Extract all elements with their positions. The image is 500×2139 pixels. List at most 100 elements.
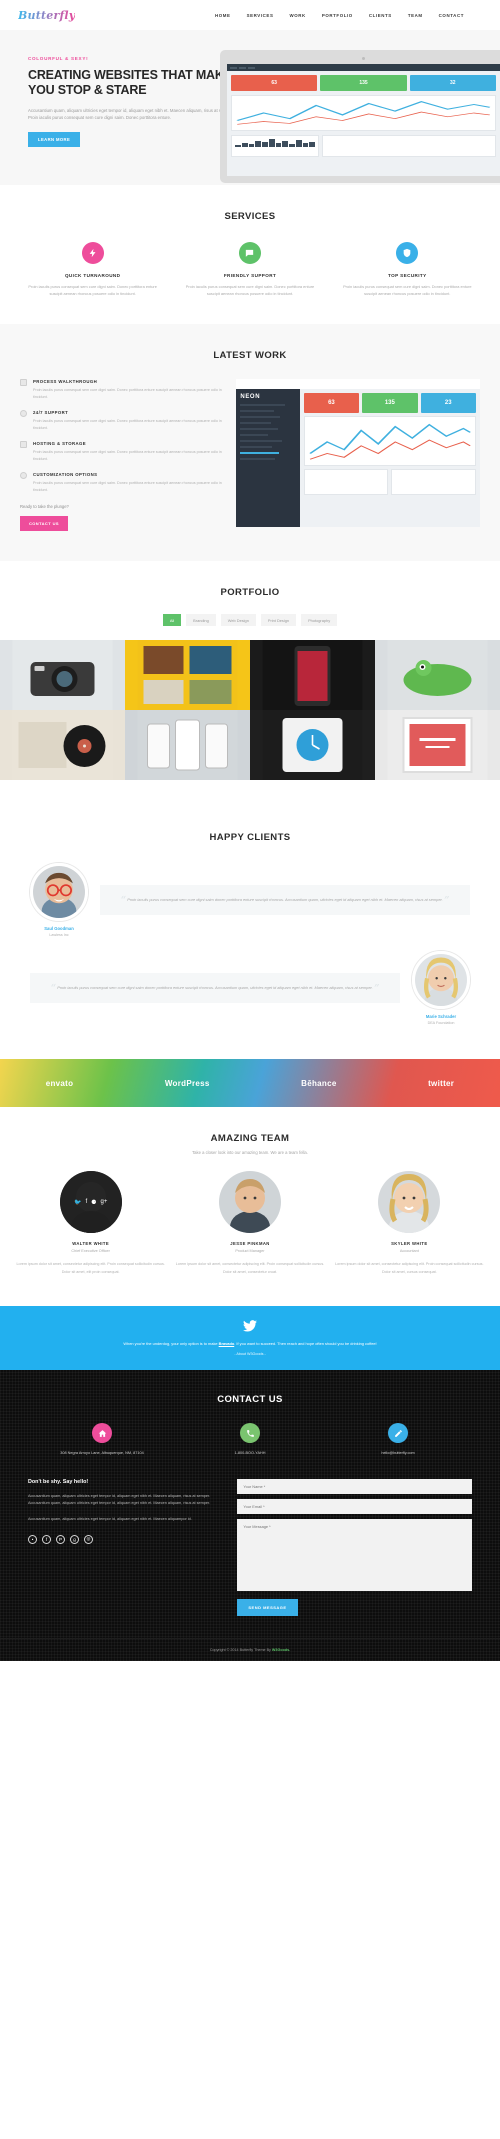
bolt-icon (81, 242, 104, 264)
pinterest-icon[interactable]: ⚈ (91, 1199, 96, 1206)
contact-phone[interactable]: 1-800-BOO-YAHH (176, 1450, 324, 1456)
google-plus-icon[interactable]: g+ (101, 1199, 108, 1205)
twitter-icon[interactable]: ​🐦 (74, 1199, 81, 1206)
feature-body: Proin iaculis purus consequat sem cure d… (33, 387, 222, 399)
client-role: DEA Foundation (427, 1021, 455, 1026)
quote-close-icon: ” (373, 982, 380, 996)
avatar (412, 951, 470, 1010)
learn-more-button[interactable]: LEARN MORE (28, 132, 81, 148)
quote-text: Proin iaculis purus consequat sem cure d… (127, 897, 443, 903)
twitter-icon[interactable]: • (28, 1534, 37, 1544)
team-member-name: JESSE PINKMAN (230, 1241, 270, 1247)
service-body: Proin iaculis purus consequat sem cure d… (343, 284, 472, 297)
feature-body: Proin iaculis purus consequat sem cure d… (33, 449, 222, 461)
portfolio-item-vinyl[interactable] (0, 710, 125, 781)
name-field[interactable] (237, 1478, 472, 1494)
neon-stat-visitors: 63 (303, 392, 360, 413)
team-member-walter-white: ​🐦 f ⚈ g+ WALTER WHITE Chief Executive O… (16, 1171, 165, 1276)
twitter-feed-section: When you're the underdog, your only opti… (0, 1305, 500, 1371)
nav-item-contact[interactable]: CONTACT (439, 13, 464, 18)
shield-icon (396, 242, 419, 264)
filter-photography[interactable]: Photography (301, 614, 338, 627)
timeline-table-widget (322, 135, 496, 157)
contact-us-button[interactable]: CONTACT US (20, 516, 68, 532)
team-member-bio: Lorem ipsum dolor sit amet, consectetur … (335, 1262, 484, 1274)
team-member-role: Accountant (399, 1249, 419, 1254)
feature-body: Proin iaculis purus consequat sem cure d… (33, 418, 222, 430)
nav-item-clients[interactable]: CLIENTS (369, 13, 392, 18)
filter-branding[interactable]: Branding (186, 614, 216, 627)
dribbble-icon[interactable]: ◎ (84, 1534, 93, 1544)
page-root: Butterfly HOME SERVICES WORK PORTFOLIO C… (0, 0, 500, 1661)
contact-phone-block: 1-800-BOO-YAHH (176, 1423, 324, 1456)
contact-paragraph-1: Accusantium quam, aliquam ultricies eget… (28, 1493, 211, 1506)
home-icon (92, 1423, 112, 1444)
feature-title: 24/7 SUPPORT (33, 409, 69, 415)
hero-device-mockup: 63 135 32 (220, 50, 500, 183)
nav-item-services[interactable]: SERVICES (247, 13, 274, 18)
line-chart-preview (231, 95, 496, 131)
neon-stat-comments: 23 (420, 392, 476, 413)
list-item: CUSTOMIZATION OPTIONS Proin iaculis puru… (20, 472, 222, 494)
team-member-role: Product Manager (235, 1249, 265, 1254)
neon-stat-readers: 135 (362, 392, 418, 413)
contact-email-block: hello@butterfly.com (324, 1423, 472, 1456)
feature-title: HOSTING & STORAGE (33, 440, 87, 446)
portfolio-item-clock[interactable] (250, 710, 375, 781)
google-plus-icon[interactable]: g (70, 1534, 79, 1544)
portfolio-item-poster[interactable] (375, 710, 500, 781)
latest-work-cta-text: Ready to take the plunge? (20, 504, 69, 510)
pinterest-icon[interactable]: P (56, 1534, 65, 1544)
portfolio-item-collage[interactable] (125, 640, 250, 711)
nav-item-team[interactable]: TEAM (408, 13, 423, 18)
team-member-jesse-pinkman: JESSE PINKMAN Product Manager Lorem ipsu… (175, 1171, 324, 1276)
monthly-sales-widget (231, 135, 319, 157)
filter-web-design[interactable]: Web Design (220, 614, 256, 627)
team-subtitle: Take a closer look into our amazing team… (192, 1150, 308, 1156)
contact-email[interactable]: hello@butterfly.com (324, 1450, 472, 1456)
portfolio-item-phone[interactable] (250, 640, 375, 711)
nav-item-home[interactable]: HOME (215, 13, 231, 18)
tweet-text: When you're the underdog, your only opti… (40, 1340, 460, 1347)
contact-title: CONTACT US (217, 1394, 283, 1406)
filter-print-design[interactable]: Print Design (260, 614, 297, 627)
feature-title: PROCESS WALKTHROUGH (33, 378, 98, 384)
portfolio-grid (0, 640, 500, 781)
email-field[interactable] (237, 1498, 472, 1514)
portfolio-section: PORTFOLIO All Branding Web Design Print … (0, 561, 500, 806)
contact-form: SEND MESSAGE (237, 1478, 472, 1616)
brand-wordpress: WordPress (164, 1078, 210, 1088)
contact-address: 308 Negra Arroyo Lane, Albuquerque, NM, … (60, 1451, 144, 1456)
portfolio-item-croc[interactable] (375, 640, 500, 711)
portfolio-item-camera[interactable] (0, 640, 125, 711)
message-field[interactable] (237, 1518, 472, 1591)
avatar (218, 1171, 281, 1234)
site-logo[interactable]: Butterfly (18, 9, 75, 22)
service-title: TOP SECURITY (388, 273, 427, 278)
copyright-brand-link[interactable]: W3Goods. (272, 1648, 290, 1652)
facebook-icon[interactable]: f (42, 1534, 51, 1544)
team-member-name: SKYLER WHITE (391, 1241, 428, 1247)
client-role: Lawless Inc (49, 933, 69, 938)
portfolio-title: PORTFOLIO (220, 587, 280, 599)
bar-chart-preview (232, 136, 318, 150)
phone-icon (240, 1423, 260, 1444)
team-member-bio: Lorem ipsum dolor sit amet, consectetur … (175, 1262, 325, 1274)
filter-all[interactable]: All (162, 614, 182, 627)
tweet-handle[interactable]: - About W3Goods - (40, 1352, 460, 1356)
latest-work-section: LATEST WORK PROCESS WALKTHROUGH Proin ia… (0, 323, 500, 562)
send-message-button[interactable]: SEND MESSAGE (237, 1598, 298, 1616)
team-section: AMAZING TEAM Take a closer look into our… (0, 1107, 500, 1306)
quote-close-icon: ” (443, 894, 450, 908)
nav-item-work[interactable]: WORK (290, 13, 306, 18)
neon-brand-label: NEON (240, 393, 261, 400)
list-item: HOSTING & STORAGE Proin iaculis purus co… (20, 440, 222, 463)
nav-item-portfolio[interactable]: PORTFOLIO (322, 13, 353, 18)
portfolio-item-phones[interactable] (125, 710, 250, 781)
service-card-friendly-support: FRIENDLY SUPPORT Proin iaculis purus con… (171, 242, 328, 298)
team-title: AMAZING TEAM (210, 1133, 290, 1145)
tweet-link[interactable]: Bravado (219, 1341, 235, 1346)
neon-line-chart (303, 415, 476, 466)
facebook-icon[interactable]: f (85, 1199, 87, 1205)
hero-body: Accusantium quam, aliquam ultricies eget… (28, 107, 235, 121)
